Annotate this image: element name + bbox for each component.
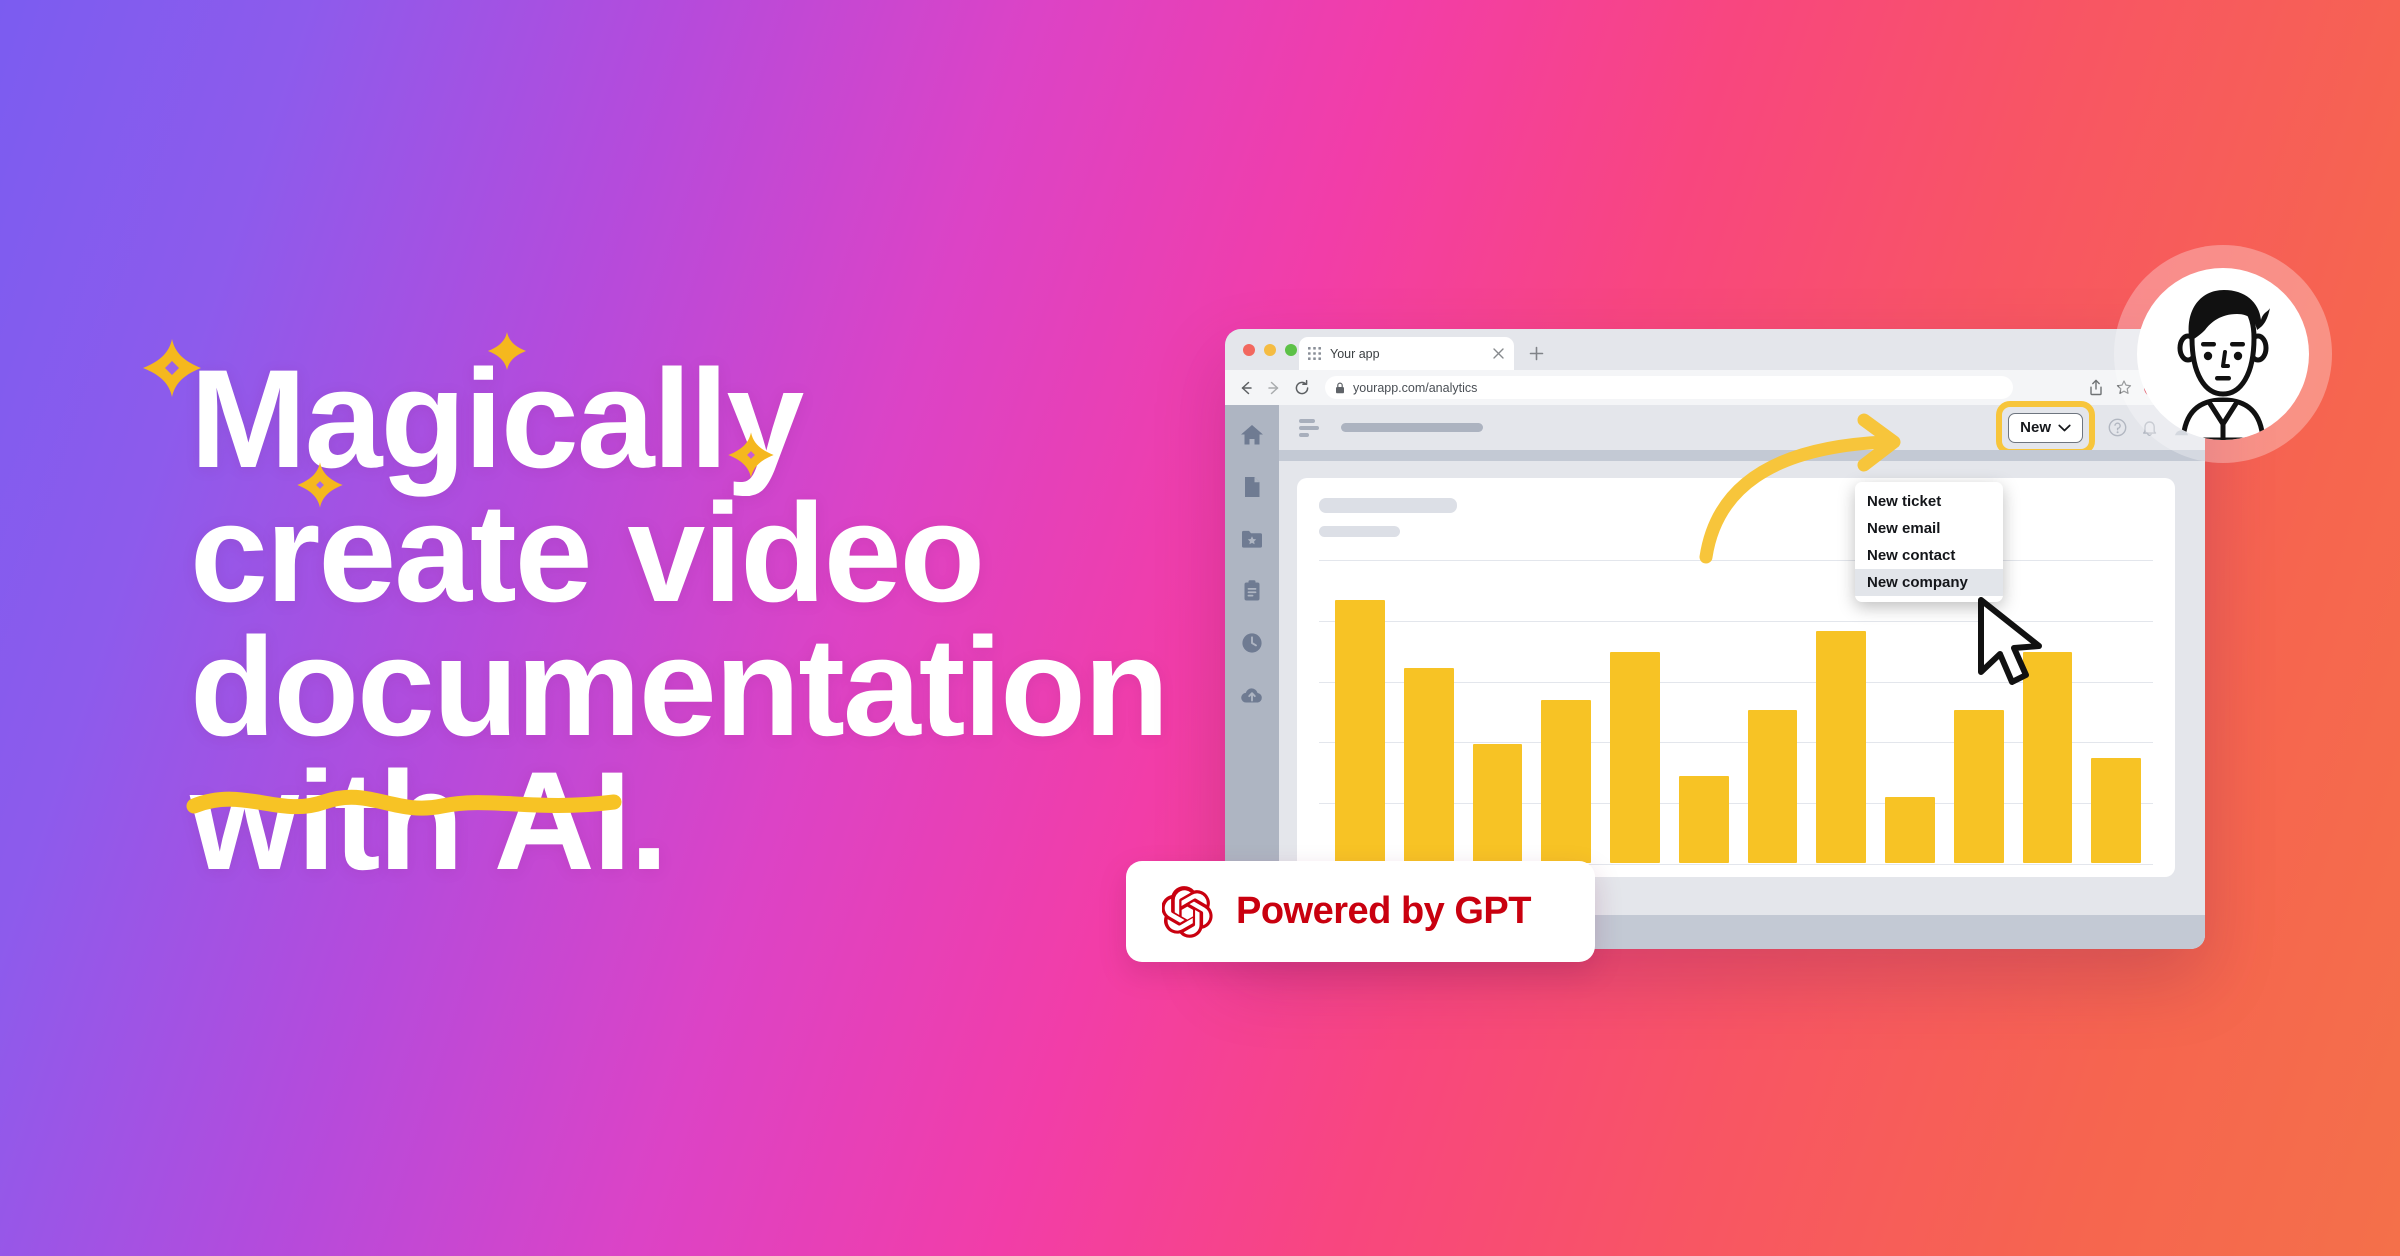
headline-line-3: documentation	[190, 608, 1169, 765]
help-circle-icon[interactable]	[2108, 418, 2127, 437]
headline-line-1: Magically	[190, 340, 804, 497]
chart-bar	[1953, 710, 2004, 863]
avatar	[2137, 268, 2309, 440]
new-button[interactable]: New	[2008, 412, 2083, 443]
menu-item-new-company[interactable]: New company	[1855, 569, 2003, 596]
cloud-upload-icon[interactable]	[1239, 682, 1265, 708]
home-icon[interactable]	[1239, 422, 1265, 448]
lock-icon	[1336, 382, 1344, 393]
arrow-left-icon[interactable]	[1237, 379, 1255, 397]
chart-bar	[1747, 710, 1798, 863]
chart-bar	[1678, 776, 1729, 863]
app-title-placeholder	[1341, 423, 1483, 432]
chart-bar	[1885, 797, 1935, 863]
document-icon[interactable]	[1239, 474, 1265, 500]
chart-bar	[1541, 699, 1591, 863]
headline-line-4: with AI.	[190, 742, 669, 899]
openai-logo-icon	[1162, 885, 1213, 938]
page-title: Magically create video documentation wit…	[190, 340, 1190, 899]
reload-icon[interactable]	[1293, 379, 1311, 397]
new-dropdown-menu[interactable]: New ticket New email New contact New com…	[1855, 482, 2003, 602]
menu-item-new-contact[interactable]: New contact	[1855, 542, 2003, 569]
bar-chart	[1319, 560, 2153, 865]
chart-bar	[1335, 599, 1385, 863]
powered-by-gpt-badge: Powered by GPT	[1126, 861, 1595, 962]
browser-window: Your app yourapp.com/analytics New	[1225, 329, 2205, 949]
chart-bar	[1610, 652, 1660, 863]
menu-item-new-ticket[interactable]: New ticket	[1855, 488, 2003, 515]
menu-item-new-email[interactable]: New email	[1855, 515, 2003, 542]
app-subheader-bar	[1279, 450, 2205, 461]
new-button-highlight: New	[1996, 400, 2095, 455]
browser-tab-bar: Your app	[1225, 329, 2205, 370]
new-tab-icon[interactable]	[1528, 345, 1545, 362]
browser-tab[interactable]: Your app	[1299, 337, 1514, 370]
clock-icon[interactable]	[1239, 630, 1265, 656]
chart-bar	[1403, 668, 1454, 863]
close-window-button[interactable]	[1243, 344, 1255, 356]
powered-by-gpt-label: Powered by GPT	[1236, 890, 1531, 932]
folder-star-icon[interactable]	[1239, 526, 1265, 552]
address-bar-url: yourapp.com/analytics	[1353, 380, 1478, 395]
chart-bar	[1472, 744, 1523, 863]
chevron-down-icon	[2058, 424, 2071, 431]
analytics-card	[1297, 478, 2175, 877]
window-traffic-lights[interactable]	[1243, 344, 1297, 356]
share-icon[interactable]	[2088, 379, 2104, 396]
chart-bar	[2091, 757, 2141, 863]
close-icon[interactable]	[1492, 347, 1505, 360]
clipboard-icon[interactable]	[1239, 578, 1265, 604]
hamburger-icon[interactable]	[1299, 417, 1324, 439]
headline-line-2: create video	[190, 474, 985, 631]
chart-bar	[1816, 631, 1866, 863]
person-avatar-icon	[2177, 290, 2270, 440]
card-title-placeholder	[1319, 498, 1457, 513]
minimize-window-button[interactable]	[1264, 344, 1276, 356]
chart-bars	[1335, 560, 2141, 863]
card-subtitle-placeholder	[1319, 526, 1400, 537]
address-bar[interactable]: yourapp.com/analytics	[1325, 376, 2013, 399]
new-button-label: New	[2020, 419, 2051, 436]
browser-tab-title: Your app	[1330, 346, 1380, 361]
app-grid-icon	[1308, 347, 1321, 360]
arrow-right-icon[interactable]	[1265, 379, 1283, 397]
hero-section: Magically create video documentation wit…	[186, 340, 1190, 899]
maximize-window-button[interactable]	[1285, 344, 1297, 356]
chart-bar	[2022, 652, 2073, 863]
webcam-bubble	[2114, 245, 2332, 463]
app-header: New	[1279, 400, 2205, 455]
